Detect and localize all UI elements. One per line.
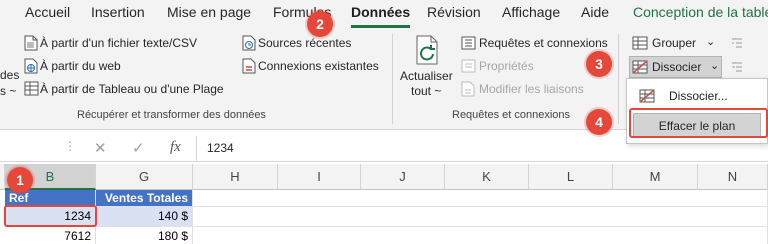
queries-connections-button[interactable]: Requêtes et connexions — [479, 36, 608, 50]
tab-donnees[interactable]: Données — [351, 4, 410, 20]
refresh-all-label-1[interactable]: Actualiser — [400, 69, 453, 83]
highlight-cell-b — [4, 205, 97, 227]
group-label-queries: Requêtes et connexions — [452, 109, 571, 121]
callout-badge: 4 — [586, 109, 612, 135]
properties-icon — [461, 59, 476, 78]
insert-function-button[interactable]: fx — [170, 139, 181, 156]
column-header-n[interactable]: N — [698, 164, 768, 190]
column-header-l[interactable]: L — [529, 164, 613, 190]
clipped-label-2[interactable]: s ~ — [0, 84, 16, 98]
tab-aide[interactable]: Aide — [581, 4, 609, 20]
from-text-csv-button[interactable]: À partir d'un fichier texte/CSV — [40, 36, 197, 50]
existing-connections-button[interactable]: Connexions existantes — [258, 59, 379, 73]
empty-cells[interactable] — [193, 207, 768, 227]
hide-detail-icon[interactable] — [730, 60, 744, 79]
excel-window: Accueil Insertion Mise en page Formules … — [0, 0, 768, 244]
edit-links-button[interactable]: Modifier les liaisons — [479, 82, 584, 96]
table-cell-ventes[interactable]: 140 $ — [96, 207, 193, 227]
more-options-icon[interactable]: ⋮ — [64, 139, 76, 153]
ungroup-chevron-down-icon: ⌄ — [710, 60, 720, 72]
edit-links-icon — [461, 81, 475, 102]
from-web-button[interactable]: À partir du web — [40, 59, 121, 73]
recent-sources-button[interactable]: Sources récentes — [258, 36, 351, 50]
tab-insertion[interactable]: Insertion — [91, 4, 145, 20]
empty-cells[interactable] — [193, 227, 768, 244]
highlight-clear-outline — [629, 108, 768, 138]
refresh-all-icon — [413, 34, 443, 71]
column-header-j[interactable]: J — [361, 164, 445, 190]
ribbon-tab-bar: Accueil Insertion Mise en page Formules … — [0, 0, 768, 28]
ungroup-button-label: Dissocier — [652, 60, 702, 74]
group-button[interactable]: Grouper — [652, 36, 696, 50]
spreadsheet-grid: B G H I J K L M N Ref Ventes Totales 123… — [0, 164, 768, 244]
text-file-icon — [24, 35, 38, 56]
column-header-m[interactable]: M — [613, 164, 698, 190]
column-header-g[interactable]: G — [96, 164, 193, 190]
group-separator — [618, 34, 619, 124]
tab-accueil[interactable]: Accueil — [25, 4, 70, 20]
tab-revision[interactable]: Révision — [427, 4, 481, 20]
callout-badge: 3 — [586, 51, 612, 77]
web-page-icon — [24, 58, 38, 79]
clipped-label-1: des — [0, 68, 20, 82]
callout-badge: 1 — [7, 167, 33, 193]
tab-mise-en-page[interactable]: Mise en page — [167, 4, 251, 20]
table-cell-ventes[interactable]: 180 $ — [96, 227, 193, 244]
tab-conception-table[interactable]: Conception de la table — [633, 4, 768, 20]
column-header-h[interactable]: H — [193, 164, 278, 190]
column-header-k[interactable]: K — [445, 164, 529, 190]
properties-button[interactable]: Propriétés — [479, 59, 534, 73]
tab-affichage[interactable]: Affichage — [502, 4, 560, 20]
callout-badge: 2 — [307, 11, 333, 37]
empty-cells[interactable] — [193, 190, 768, 207]
show-detail-icon[interactable] — [730, 36, 744, 55]
queries-connections-icon — [461, 36, 476, 55]
cancel-icon[interactable]: ✕ — [94, 139, 107, 157]
menu-item-ungroup[interactable]: Dissocier... — [633, 84, 761, 108]
table-cell-ref[interactable]: 7612 — [5, 227, 96, 244]
group-icon — [632, 36, 648, 55]
group-separator — [392, 34, 393, 124]
column-header-i[interactable]: I — [278, 164, 361, 190]
group-label-get-transform: Récupérer et transformer des données — [77, 109, 266, 121]
ungroup-icon — [632, 60, 648, 79]
table-header-ventes[interactable]: Ventes Totales — [96, 190, 193, 207]
name-box[interactable] — [0, 138, 58, 158]
group-chevron-down-icon[interactable]: ⌄ — [706, 35, 715, 48]
table-icon — [24, 81, 39, 101]
existing-connections-icon — [242, 58, 256, 79]
refresh-all-label-2[interactable]: tout ~ — [411, 84, 441, 98]
confirm-icon[interactable]: ✓ — [132, 139, 145, 157]
recent-sources-icon — [242, 35, 256, 56]
from-table-range-button[interactable]: À partir de Tableau ou d'une Plage — [40, 82, 224, 96]
